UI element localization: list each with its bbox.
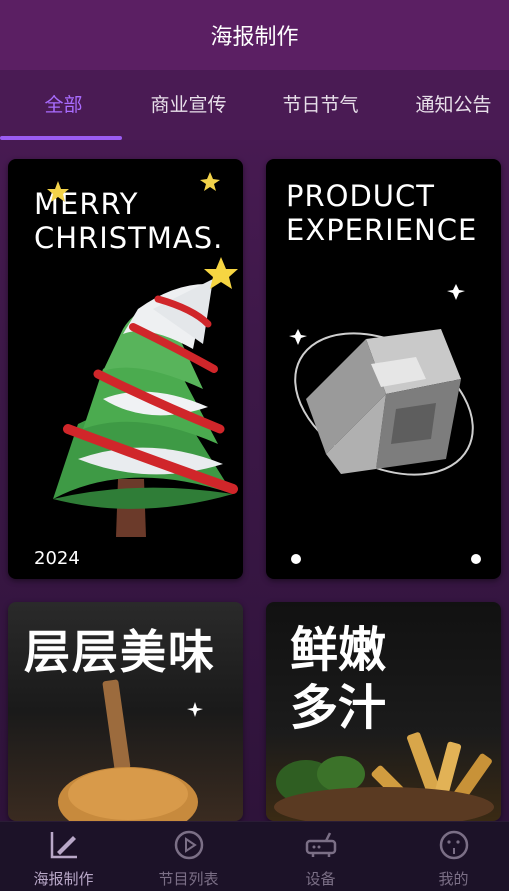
tab-all[interactable]: 全部 [0,70,127,140]
router-device-icon [305,832,337,857]
bottom-navigation: 海报制作 节目列表 设备 我的 [0,821,509,891]
tab-festival[interactable]: 节日节气 [257,70,384,140]
tab-business[interactable]: 商业宣传 [125,70,252,140]
edit-chart-icon [50,832,77,859]
chrome-cube-illustration [289,284,481,564]
nav-program-list[interactable]: 节目列表 [125,822,252,891]
nav-label-device: 设备 [305,870,336,888]
poster-card-fries[interactable]: 鲜嫩 多汁 [266,602,501,821]
poster-card-burger[interactable]: 层层美味 [8,602,243,821]
nav-label-program-list: 节目列表 [158,870,219,888]
christmas-tree-illustration [47,172,238,537]
face-profile-icon [439,830,469,860]
nav-label-poster: 海报制作 [33,870,94,888]
tab-notice[interactable]: 通知公告 [390,70,509,140]
nav-label-profile: 我的 [438,870,469,888]
nav-profile[interactable]: 我的 [390,822,509,891]
nav-device[interactable]: 设备 [257,822,384,891]
nav-poster[interactable]: 海报制作 [0,822,127,891]
fries-illustration [274,732,494,821]
poster-year: 2024 [34,548,80,569]
app-header: 海报制作 [0,0,509,70]
category-tabs: 全部 商业宣传 节日节气 通知公告 [0,70,509,140]
play-circle-icon [174,830,204,860]
burger-illustration [58,679,203,821]
page-title: 海报制作 [210,25,299,50]
active-tab-indicator [0,136,122,140]
poster-card-product[interactable]: PRODUCT EXPERIENCE [266,159,501,579]
poster-card-christmas[interactable]: MERRY CHRISTMAS. 2024 [8,159,243,579]
